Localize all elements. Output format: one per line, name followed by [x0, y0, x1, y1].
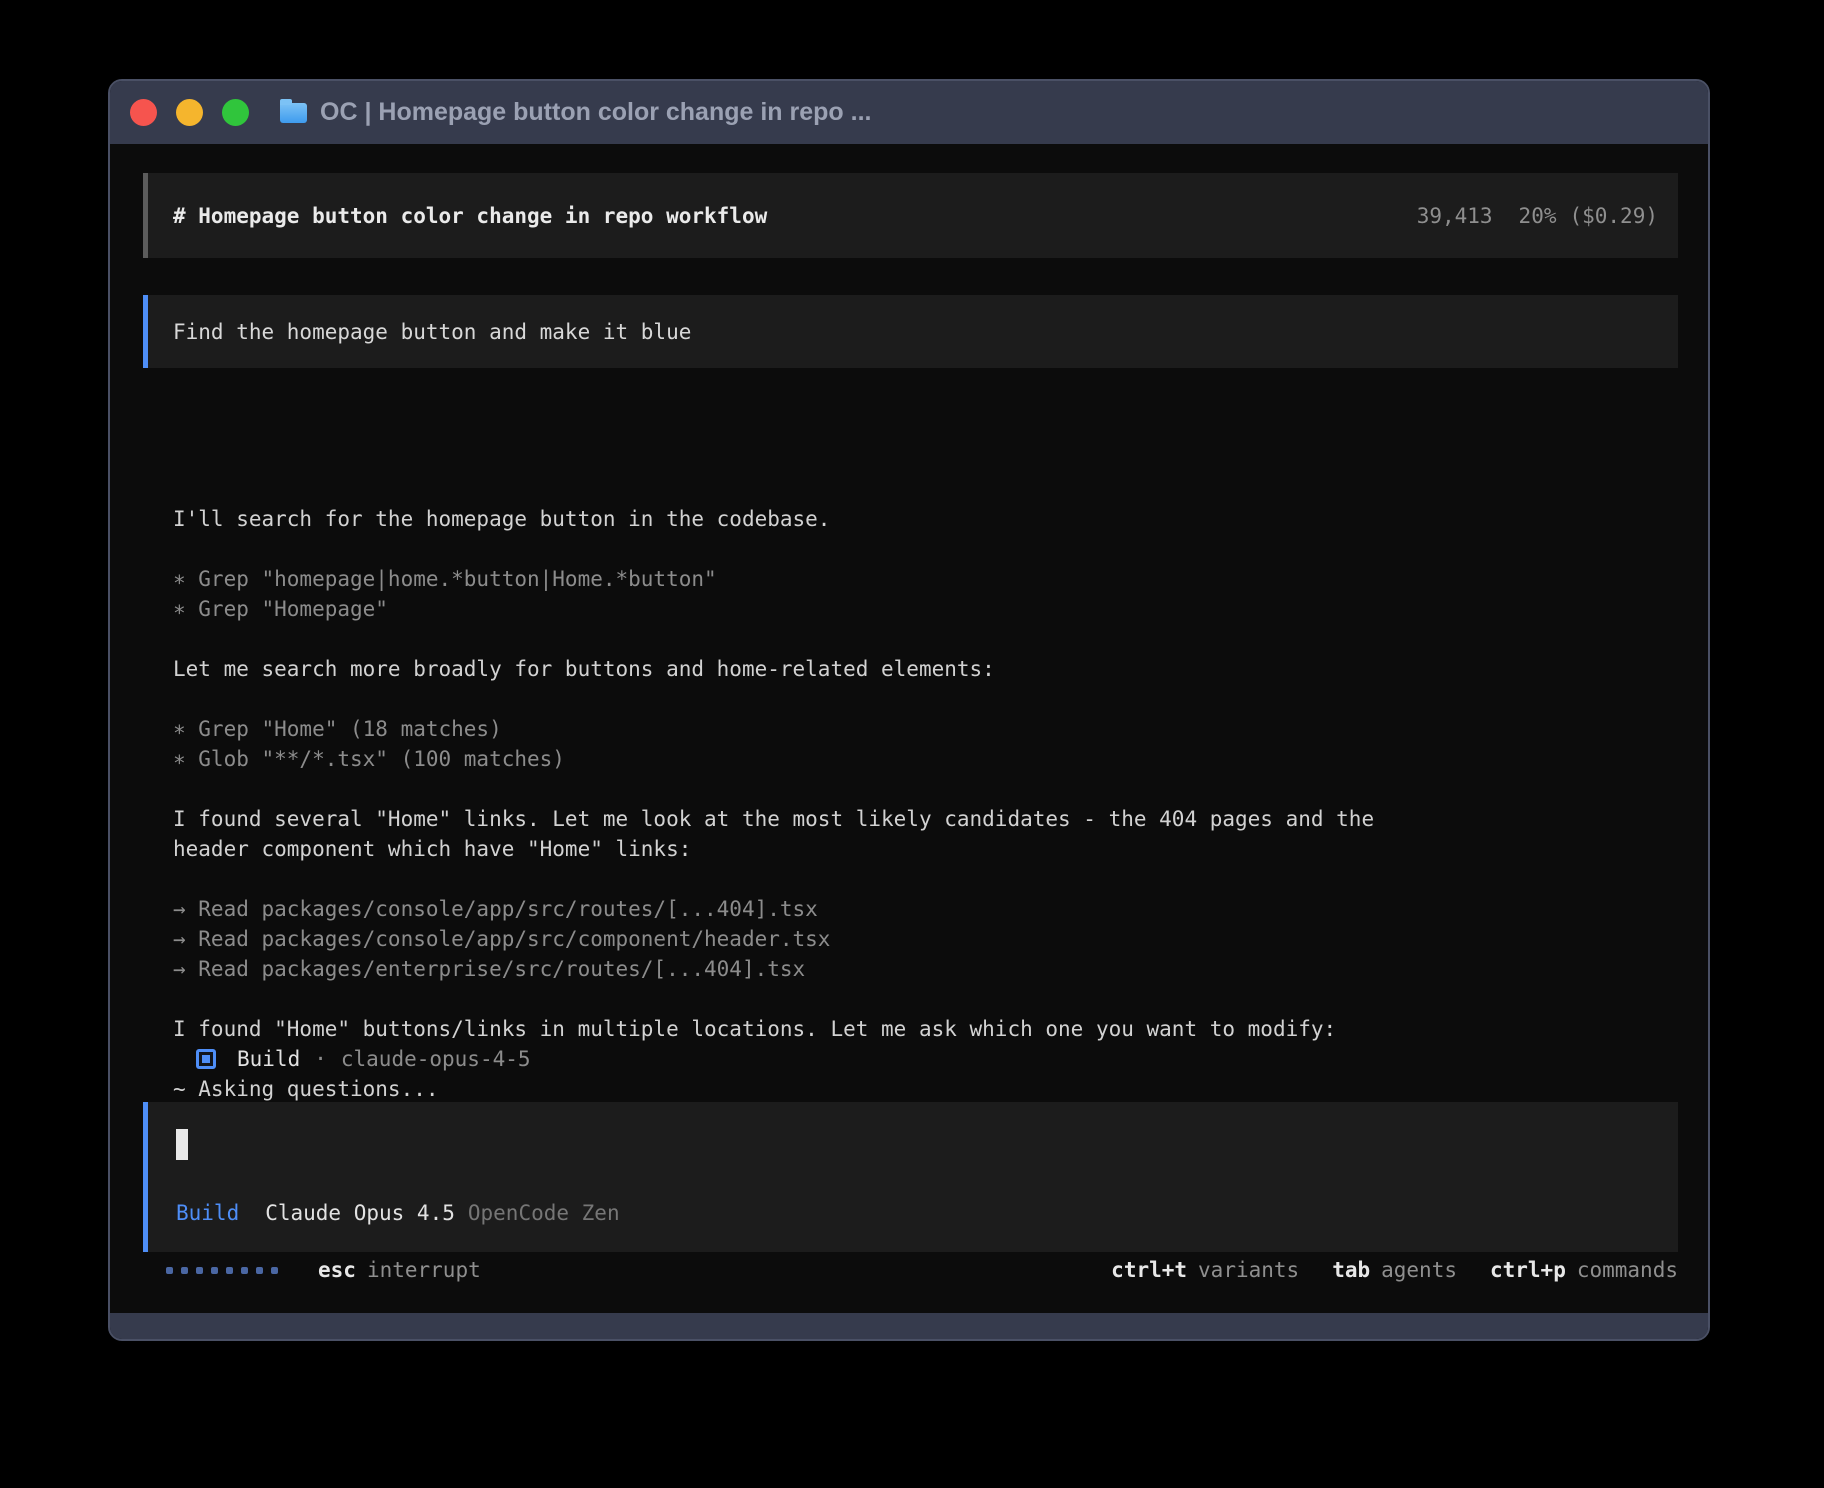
agents-label: agents	[1381, 1258, 1457, 1282]
transcript-line: → Read packages/enterprise/src/routes/[.…	[173, 954, 1668, 984]
window-title: OC | Homepage button color change in rep…	[320, 98, 871, 127]
text-cursor	[176, 1129, 188, 1160]
transcript-line	[173, 864, 1668, 894]
context-percent: 20%	[1519, 204, 1557, 228]
transcript-line: → Read packages/console/app/src/componen…	[173, 924, 1668, 954]
transcript-line	[173, 984, 1668, 1014]
traffic-lights	[130, 99, 249, 126]
session-stats: 39,413 20% ($0.29)	[1417, 201, 1658, 231]
transcript-line: → Read packages/console/app/src/routes/[…	[173, 894, 1668, 924]
ctrl-p-key-hint: ctrl+p	[1490, 1258, 1566, 1282]
user-message: Find the homepage button and make it blu…	[143, 295, 1678, 368]
terminal-window: OC | Homepage button color change in rep…	[108, 79, 1710, 1341]
transcript-line: ~ Asking questions...	[173, 1074, 1668, 1104]
hint-agents: tab agents	[1332, 1255, 1457, 1285]
separator-dot: ·	[314, 1044, 327, 1074]
tab-key-hint: tab	[1332, 1258, 1370, 1282]
esc-key-hint: esc	[318, 1255, 356, 1285]
status-bar-left: esc interrupt	[143, 1255, 481, 1285]
session-header: # Homepage button color change in repo w…	[143, 173, 1678, 258]
build-agent-icon	[196, 1049, 216, 1069]
transcript-line	[173, 774, 1668, 804]
input-meta: Build Claude Opus 4.5 OpenCode Zen	[176, 1198, 1658, 1228]
spinner-dots	[166, 1267, 278, 1274]
input-model-label: Claude Opus 4.5	[265, 1198, 455, 1228]
minimize-button[interactable]	[176, 99, 203, 126]
input-provider-label: OpenCode Zen	[468, 1198, 620, 1228]
titlebar[interactable]: OC | Homepage button color change in rep…	[110, 81, 1708, 144]
esc-action-label: interrupt	[367, 1255, 481, 1285]
transcript-line: header component which have "Home" links…	[173, 834, 1668, 864]
transcript-line: ∗ Grep "homepage|home.*button|Home.*butt…	[173, 564, 1668, 594]
status-bar: esc interrupt ctrl+t variants tab agents c…	[143, 1255, 1678, 1285]
transcript-line: I found "Home" buttons/links in multiple…	[173, 1014, 1668, 1044]
session-cost: ($0.29)	[1569, 204, 1658, 228]
maximize-button[interactable]	[222, 99, 249, 126]
transcript: I'll search for the homepage button in t…	[173, 414, 1668, 1104]
hint-variants: ctrl+t variants	[1111, 1255, 1299, 1285]
transcript-line	[173, 534, 1668, 564]
input-agent-label[interactable]: Build	[176, 1198, 239, 1228]
agent-model: claude-opus-4-5	[341, 1044, 531, 1074]
agent-status-line: Build · claude-opus-4-5	[196, 1044, 531, 1074]
transcript-line: ∗ Grep "Home" (18 matches)	[173, 714, 1668, 744]
transcript-line: I found several "Home" links. Let me loo…	[173, 804, 1668, 834]
window-bottom-edge	[110, 1313, 1708, 1339]
folder-icon	[280, 103, 307, 123]
user-message-text: Find the homepage button and make it blu…	[173, 317, 691, 347]
variants-label: variants	[1198, 1258, 1299, 1282]
transcript-line: ∗ Glob "**/*.tsx" (100 matches)	[173, 744, 1668, 774]
prompt-input[interactable]: Build Claude Opus 4.5 OpenCode Zen	[143, 1102, 1678, 1252]
commands-label: commands	[1577, 1258, 1678, 1282]
agent-name: Build	[237, 1044, 300, 1074]
transcript-line	[173, 624, 1668, 654]
transcript-line	[173, 684, 1668, 714]
status-bar-right: ctrl+t variants tab agents ctrl+p commands	[1111, 1255, 1678, 1285]
transcript-line: I'll search for the homepage button in t…	[173, 504, 1668, 534]
ctrl-t-key-hint: ctrl+t	[1111, 1258, 1187, 1282]
hint-commands: ctrl+p commands	[1490, 1255, 1678, 1285]
close-button[interactable]	[130, 99, 157, 126]
transcript-line: Let me search more broadly for buttons a…	[173, 654, 1668, 684]
terminal-content: # Homepage button color change in repo w…	[110, 144, 1708, 1313]
session-title: # Homepage button color change in repo w…	[173, 201, 767, 231]
transcript-line: ∗ Grep "Homepage"	[173, 594, 1668, 624]
token-count: 39,413	[1417, 204, 1493, 228]
